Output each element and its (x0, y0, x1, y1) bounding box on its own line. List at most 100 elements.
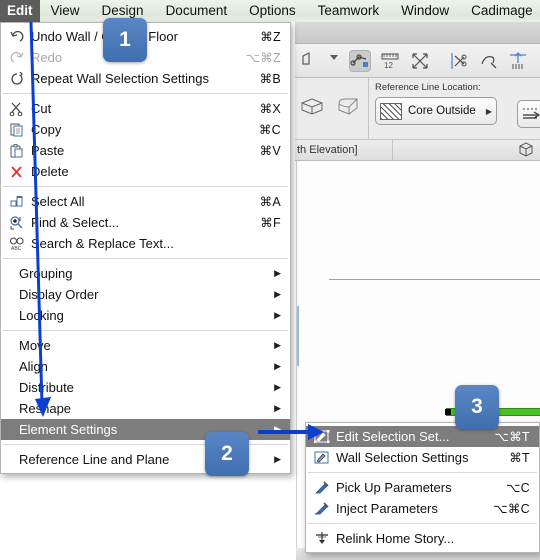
menu-item-find-select[interactable]: Find & Select... ⌘F (1, 212, 290, 233)
menubar-item-window[interactable]: Window (390, 0, 460, 22)
chevron-right-icon: ▶ (274, 361, 281, 371)
menu-item-locking[interactable]: Locking ▶ (1, 305, 290, 326)
submenu-item-inject-parameters[interactable]: Inject Parameters ⌥⌘C (306, 498, 539, 519)
svg-text:ABC: ABC (11, 246, 22, 251)
adjust-tool-icon[interactable] (507, 50, 529, 72)
document-title: th Elevation] (297, 144, 358, 156)
menu-item-label: Find & Select... (31, 215, 120, 230)
chevron-right-icon: ▶ (274, 289, 281, 299)
scissors-icon (7, 101, 27, 117)
syringe-icon (312, 501, 332, 517)
menu-item-shortcut: ⌥⌘C (493, 502, 530, 516)
submenu-item-relink-home-story[interactable]: Relink Home Story... (306, 528, 539, 549)
menu-item-label: Select All (31, 194, 85, 209)
wall-selection-icon (312, 450, 332, 466)
menu-item-label: Wall Selection Settings (336, 450, 469, 465)
menu-item-label: Repeat Wall Selection Settings (31, 71, 210, 86)
menu-item-align[interactable]: Align ▶ (1, 356, 290, 377)
menubar-item-document[interactable]: Document (155, 0, 239, 22)
menu-item-shortcut: ⌥C (505, 481, 530, 495)
dimension-tool-icon[interactable]: 12 (379, 50, 401, 72)
toolbar-icons: 12 (295, 44, 540, 78)
edit-dropdown-menu[interactable]: Undo Wall / Ground Floor ⌘Z Redo ⌥⌘Z Rep… (0, 22, 291, 474)
node-edit-tool-icon[interactable] (349, 49, 371, 72)
menu-separator (3, 258, 288, 259)
menu-item-distribute[interactable]: Distribute ▶ (1, 377, 290, 398)
menu-bar: Edit View Design Document Options Teamwo… (0, 0, 540, 22)
chevron-right-icon: ▶ (274, 268, 281, 278)
menu-item-label: Relink Home Story... (336, 531, 455, 546)
menu-item-label: Delete (31, 164, 69, 179)
menu-separator (3, 330, 288, 331)
copy-icon (7, 122, 27, 138)
element-settings-submenu[interactable]: Edit Selection Set... ⌥⌘T Wall Selection… (305, 422, 540, 553)
menu-item-shortcut: ⌘C (258, 123, 281, 137)
core-hatch-icon (380, 102, 402, 120)
view-cube-icon[interactable] (518, 141, 534, 160)
menu-item-paste[interactable]: Paste ⌘V (1, 140, 290, 161)
rounded-box-view-icon[interactable] (335, 94, 365, 123)
submenu-item-wall-selection-settings[interactable]: Wall Selection Settings ⌘T (306, 447, 539, 468)
menu-item-copy[interactable]: Copy ⌘C (1, 119, 290, 140)
reference-line-value: Core Outside (408, 105, 476, 117)
menu-item-reshape[interactable]: Reshape ▶ (1, 398, 290, 419)
wall-node-handle[interactable] (445, 409, 451, 415)
menu-separator (3, 93, 288, 94)
titlebar-divider (391, 139, 393, 161)
menubar-item-options[interactable]: Options (238, 0, 307, 22)
chevron-right-icon: ▶ (485, 106, 492, 116)
guide-line (329, 279, 540, 280)
clipboard-icon (7, 143, 27, 159)
menu-item-shortcut: ⌘V (259, 144, 281, 158)
split-tool-icon[interactable] (447, 50, 469, 72)
edit-selection-icon (312, 429, 332, 445)
chevron-right-icon: ▶ (274, 454, 281, 464)
shape-tool-icon[interactable] (299, 50, 319, 72)
menu-item-grouping[interactable]: Grouping ▶ (1, 263, 290, 284)
menu-item-label: Copy (31, 122, 62, 137)
toolbar-strip (295, 22, 540, 44)
menu-item-label: Edit Selection Set... (336, 429, 450, 444)
chevron-down-icon[interactable] (327, 50, 341, 72)
menu-item-move[interactable]: Move ▶ (1, 335, 290, 356)
menu-item-shortcut: ⌘X (259, 102, 281, 116)
menu-item-search-replace-text[interactable]: ABC Search & Replace Text... (1, 233, 290, 254)
menu-item-select-all[interactable]: Select All ⌘A (1, 191, 290, 212)
menu-item-repeat[interactable]: Repeat Wall Selection Settings ⌘B (1, 68, 290, 89)
wall-offset-button[interactable] (517, 100, 540, 128)
menu-item-shortcut: ⌘T (509, 451, 530, 465)
annotation-badge-1: 1 (103, 18, 147, 62)
menubar-item-edit[interactable]: Edit (0, 0, 40, 22)
chevron-right-icon: ▶ (274, 403, 281, 413)
menu-item-label: Reshape (19, 401, 72, 416)
menu-item-label: Distribute (19, 380, 74, 395)
annotation-badge-2: 2 (205, 432, 249, 476)
menu-item-shortcut: ⌘Z (260, 30, 281, 44)
menu-item-delete[interactable]: Delete (1, 161, 290, 182)
menubar-item-cadimage[interactable]: Cadimage (460, 0, 540, 22)
menubar-item-view[interactable]: View (40, 0, 91, 22)
menu-item-label: Cut (31, 101, 52, 116)
reference-line-select[interactable]: Core Outside ▶ (375, 97, 497, 125)
document-window-titlebar: th Elevation] (295, 139, 540, 161)
svg-text:12: 12 (384, 61, 393, 70)
menu-item-label: Display Order (19, 287, 99, 302)
search-replace-icon: ABC (7, 236, 27, 252)
submenu-item-edit-selection-set[interactable]: Edit Selection Set... ⌥⌘T (306, 426, 539, 447)
redo-icon (7, 50, 27, 66)
menu-item-label: Inject Parameters (336, 501, 438, 516)
eyedropper-icon (312, 480, 332, 496)
view-mode-strip (295, 78, 368, 140)
menubar-item-teamwork[interactable]: Teamwork (307, 0, 391, 22)
menu-item-cut[interactable]: Cut ⌘X (1, 98, 290, 119)
menu-item-shortcut: ⌥⌘Z (245, 51, 281, 65)
trim-tool-icon[interactable] (477, 50, 499, 72)
menu-separator (3, 186, 288, 187)
chevron-right-icon: ▶ (274, 310, 281, 320)
chevron-right-icon: ▶ (274, 382, 281, 392)
box-view-icon[interactable] (298, 94, 328, 123)
chevron-right-icon: ▶ (274, 340, 281, 350)
menu-item-display-order[interactable]: Display Order ▶ (1, 284, 290, 305)
intersect-tool-icon[interactable] (409, 50, 431, 72)
submenu-item-pick-up-parameters[interactable]: Pick Up Parameters ⌥C (306, 477, 539, 498)
